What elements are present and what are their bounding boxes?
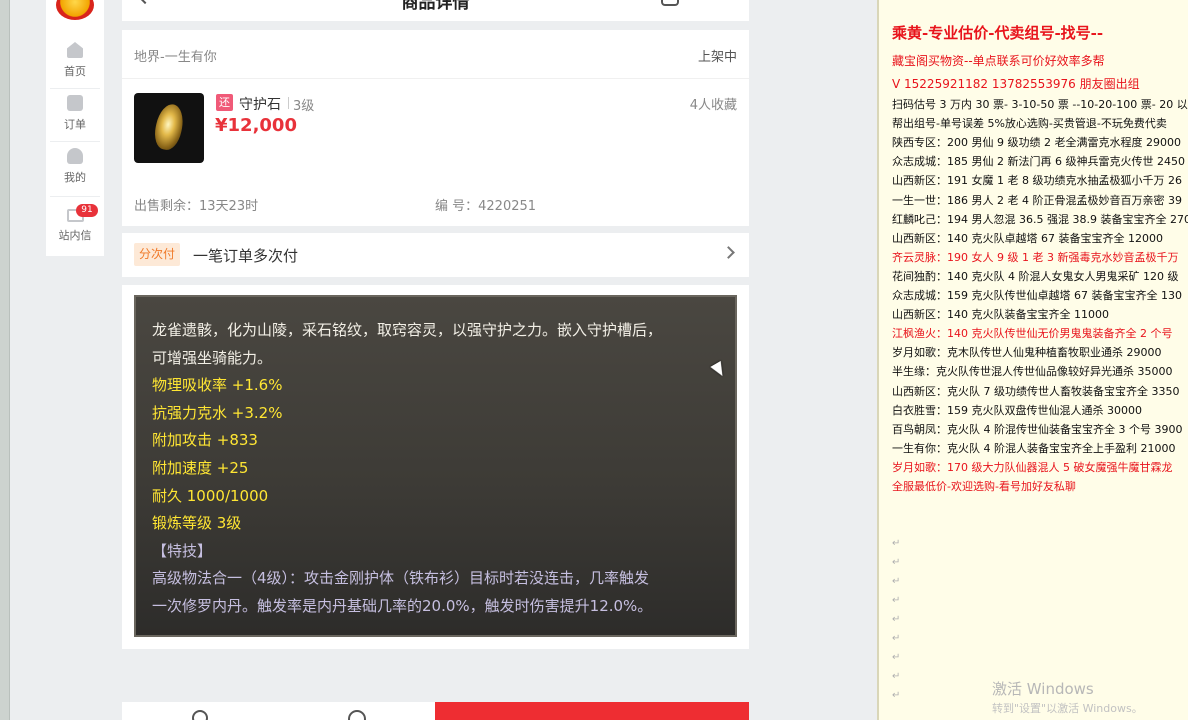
- sidebar-item-orders[interactable]: 订单: [46, 95, 104, 145]
- document-line: 岁月如歌：170 级大力队仙器混人 5 破女魔强牛魔甘霖龙: [892, 460, 1173, 474]
- description-section: 龙雀遗骸，化为山陵，采石铭纹，取窍容灵，以强守护之力。嵌入守护槽后， 可增强坐骑…: [122, 285, 749, 649]
- bottom-action-bar: [122, 702, 749, 720]
- name-level-divider: [288, 97, 289, 109]
- time-remaining: 出售剩余：13天23时: [134, 199, 259, 214]
- document-line: 一生一世：186 男人 2 老 4 阶正骨混孟极妙音百万亲密 39: [892, 193, 1182, 207]
- item-name: 守护石: [239, 97, 281, 113]
- document-line: 百鸟朝凤：克火队 4 阶混传世仙装备宝宝齐全 3 个号 3900: [892, 422, 1183, 436]
- document-line: 山西新区：191 女魔 1 老 8 级功绩克水抽孟极狐小千万 26: [892, 174, 1182, 188]
- sidebar-item-label: 我的: [64, 171, 86, 184]
- document-line: 众志成城：185 男仙 2 新法门再 6 级神兵雷克火传世 2450: [892, 155, 1185, 169]
- share-icon[interactable]: [661, 0, 679, 6]
- sidebar-divider: [50, 88, 100, 89]
- document-line: 陕西专区：200 男仙 9 级功绩 2 老全满雷克水程度 29000: [892, 136, 1181, 150]
- sidebar-item-label: 站内信: [58, 229, 92, 242]
- document-line: 众志成城：159 克火队传世仙卓越塔 67 装备宝宝齐全 130: [892, 289, 1182, 302]
- document-line: 藏宝阁买物资--单点联系可价好效率多帮: [892, 54, 1105, 68]
- document-line: 齐云灵脉：190 女人 9 级 1 老 3 新强毒克水妙音孟极千万: [892, 250, 1179, 264]
- document-line: 红麟叱己：194 男人忽混 36.5 强混 38.9 装备宝宝齐全 270: [892, 212, 1188, 226]
- document-line: 帮出组号-单号误差 5%放心选购-买贵管退-不玩免费代卖: [892, 117, 1167, 131]
- page-title: 商品详情: [401, 0, 470, 13]
- document-line: 一生有你：克火队 4 阶混人装备宝宝齐全上手盈利 21000: [892, 441, 1176, 455]
- document-line: 全服最低价-欢迎选购-看号加好友私聊: [892, 480, 1076, 493]
- favorite-count: 4人收藏: [689, 98, 737, 113]
- attribute-line: 物理吸收率 +1.6%: [152, 376, 283, 395]
- attribute-line: 附加速度 +25: [152, 458, 249, 477]
- document-panel: 乘黄-专业估价-代卖组号-找号-- 藏宝阁买物资--单点联系可价好效率多帮 V 15…: [877, 0, 1188, 720]
- app-logo: [56, 0, 94, 20]
- document-line: 山西新区：140 克火队卓越塔 67 装备宝宝齐全 12000: [892, 231, 1163, 245]
- item-tag: 还: [216, 94, 233, 111]
- document-line: 乘黄-专业估价-代卖组号-找号--: [892, 24, 1104, 42]
- card-divider: [122, 78, 749, 79]
- paragraph-mark: ↵: [892, 557, 901, 568]
- sidebar-divider: [50, 196, 100, 197]
- star-icon[interactable]: [192, 710, 208, 720]
- attribute-line: 锻炼等级 3级: [152, 514, 242, 533]
- item-price: ¥12,000: [215, 115, 297, 136]
- document-line: 扫码估号 3 万内 30 票- 3-10-50 票 --10-20-100 票-…: [892, 98, 1188, 111]
- paragraph-mark: ↵: [892, 614, 901, 625]
- gem-icon: [151, 101, 187, 153]
- item-level: 3级: [293, 99, 315, 114]
- item-code: 编 号：4220251: [435, 199, 537, 214]
- installment-row[interactable]: 分次付 一笔订单多次付: [122, 233, 749, 277]
- seller-server: 地界-一生有你: [134, 50, 217, 65]
- paragraph-mark: ↵: [892, 690, 901, 701]
- installment-tag: 分次付: [134, 243, 181, 266]
- skill-heading: 【特技】: [152, 541, 213, 560]
- paragraph-mark: ↵: [892, 633, 901, 644]
- item-thumbnail[interactable]: [134, 93, 204, 163]
- home-icon: [67, 42, 83, 58]
- document-line: 岁月如歌：克木队传世人仙鬼种植畜牧职业通杀 29000: [892, 346, 1162, 360]
- description-line: 可增强坐骑能力。: [152, 348, 273, 367]
- user-icon: [67, 148, 83, 164]
- sidebar-item-home[interactable]: 首页: [46, 42, 104, 92]
- orders-icon: [67, 95, 83, 111]
- buy-button[interactable]: [435, 702, 749, 720]
- installment-text: 一笔订单多次付: [193, 247, 299, 265]
- chevron-right-icon: [722, 246, 735, 259]
- product-card: 地界-一生有你 上架中 还 守护石 3级 ¥12,000 4人收藏 出售剩余：1…: [122, 30, 749, 226]
- paragraph-mark: ↵: [892, 538, 901, 549]
- sidebar-item-label: 首页: [64, 65, 86, 78]
- description-line: 龙雀遗骸，化为山陵，采石铭纹，取窍容灵，以强守护之力。嵌入守护槽后，: [152, 321, 663, 339]
- listing-status: 上架中: [697, 50, 737, 65]
- skill-line: 一次修罗内丹。触发率是内丹基础几率的20.0%，触发时伤害提升12.0%。: [152, 596, 653, 615]
- sidebar-item-me[interactable]: 我的: [46, 148, 104, 198]
- sidebar-divider: [50, 141, 100, 142]
- paragraph-mark: ↵: [892, 576, 901, 587]
- document-line: 江枫渔火：140 克火队传世仙无价男鬼鬼装备齐全 2 个号: [892, 327, 1173, 341]
- activation-watermark-sub: 转到"设置"以激活 Windows。: [992, 702, 1143, 715]
- item-description-box: 龙雀遗骸，化为山陵，采石铭纹，取窍容灵，以强守护之力。嵌入守护槽后， 可增强坐骑…: [134, 295, 737, 637]
- sidebar-item-label: 订单: [64, 118, 86, 131]
- skill-line: 高级物法合一（4级）：攻击金刚护体（铁布衫）目标时若没连击，几率触发: [152, 569, 650, 588]
- document-line: 花间独酌：140 克火队 4 阶混人女鬼女人男鬼采矿 120 级: [892, 269, 1179, 283]
- document-line: 山西新区：140 克火队装备宝宝齐全 11000: [892, 308, 1109, 322]
- document-line: 半生缘：克火队传世混人传世仙品像较好异光通杀 35000: [892, 365, 1173, 379]
- left-window-strip: [0, 0, 10, 720]
- paragraph-mark: ↵: [892, 595, 901, 606]
- activation-watermark: 激活 Windows: [992, 680, 1094, 698]
- attribute-line: 附加攻击 +833: [152, 431, 258, 450]
- document-line: 山西新区：克火队 7 级功绩传世人畜牧装备宝宝齐全 3350: [892, 384, 1180, 398]
- sidebar: 首页 订单 我的 站内信 91: [46, 0, 104, 256]
- attribute-line: 耐久 1000/1000: [152, 486, 269, 505]
- attribute-line: 抗强力克水 +3.2%: [152, 403, 283, 422]
- paragraph-mark: ↵: [892, 671, 901, 682]
- paragraph-mark: ↵: [892, 652, 901, 663]
- message-count-badge: 91: [76, 204, 98, 217]
- document-line: V 15225921182 13782553976 朋友圈出组: [892, 77, 1140, 91]
- document-line: 白衣胜雪：159 克火队双盘传世仙混人通杀 30000: [892, 403, 1142, 417]
- customer-service-icon[interactable]: [348, 710, 366, 720]
- top-bar: 商品详情: [122, 0, 749, 21]
